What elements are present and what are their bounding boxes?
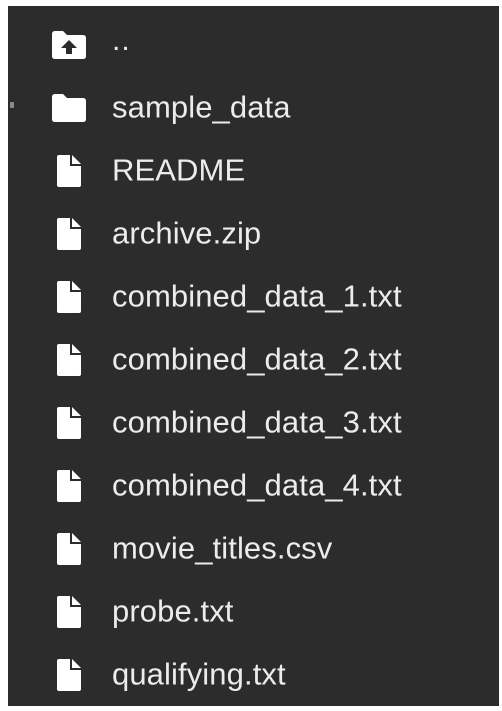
file-name: probe.txt	[112, 592, 234, 628]
file-icon	[48, 276, 90, 318]
file-icon	[48, 654, 90, 696]
folder-up-icon	[48, 24, 90, 66]
folder-icon	[48, 87, 90, 129]
file-row[interactable]: archive.zip	[8, 202, 499, 265]
file-icon	[48, 591, 90, 633]
file-name: qualifying.txt	[112, 655, 286, 691]
file-name: ..	[112, 23, 131, 57]
file-name: combined_data_1.txt	[112, 277, 402, 313]
file-name: combined_data_2.txt	[112, 340, 402, 376]
file-row[interactable]: combined_data_4.txt	[8, 454, 499, 517]
file-name: combined_data_4.txt	[112, 466, 402, 502]
file-icon	[48, 465, 90, 507]
file-row-folder[interactable]: sample_data	[8, 76, 499, 139]
file-list: .. sample_data README archive.zip combin…	[8, 13, 499, 706]
file-name: README	[112, 151, 246, 187]
file-row[interactable]: probe.txt	[8, 580, 499, 643]
file-row-parent-folder[interactable]: ..	[8, 13, 499, 76]
file-row[interactable]: combined_data_1.txt	[8, 265, 499, 328]
file-name: combined_data_3.txt	[112, 403, 402, 439]
file-icon	[48, 339, 90, 381]
file-icon	[48, 402, 90, 444]
file-name: movie_titles.csv	[112, 529, 333, 565]
file-name: archive.zip	[112, 214, 262, 250]
file-icon	[48, 528, 90, 570]
file-icon	[48, 150, 90, 192]
file-name: sample_data	[112, 88, 291, 124]
file-row[interactable]: movie_titles.csv	[8, 517, 499, 580]
file-row[interactable]: combined_data_3.txt	[8, 391, 499, 454]
file-row[interactable]: qualifying.txt	[8, 643, 499, 706]
file-browser-panel: .. sample_data README archive.zip combin…	[8, 6, 499, 706]
file-row[interactable]: README	[8, 139, 499, 202]
file-icon	[48, 213, 90, 255]
file-row[interactable]: combined_data_2.txt	[8, 328, 499, 391]
